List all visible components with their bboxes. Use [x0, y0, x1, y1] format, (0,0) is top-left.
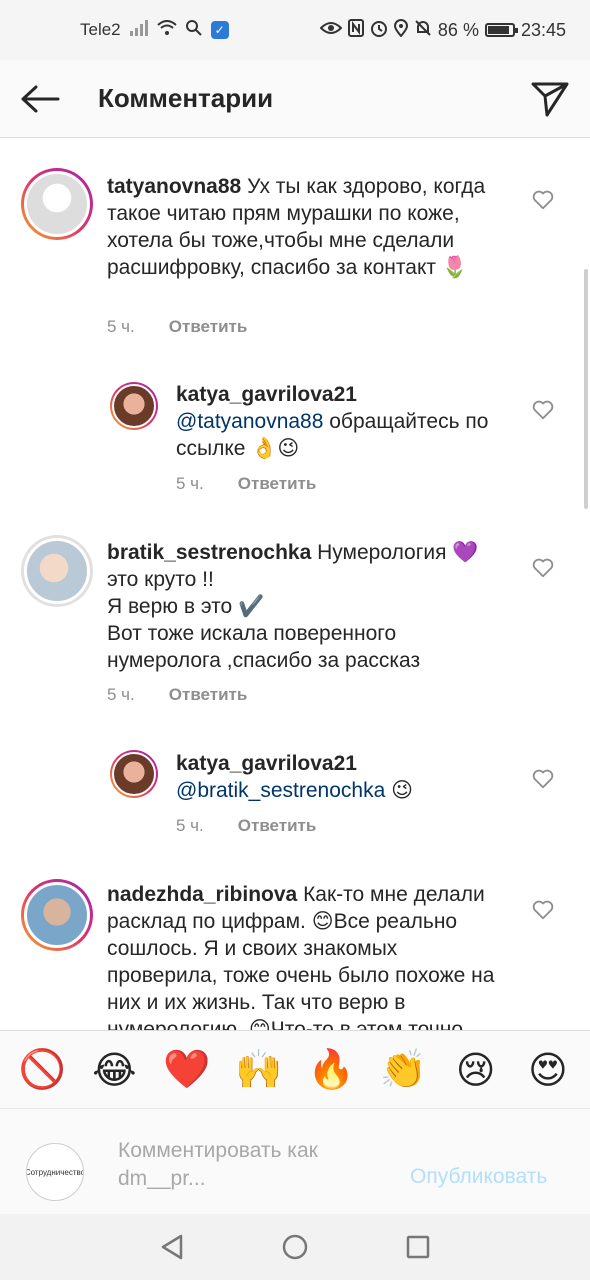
avatar[interactable] — [110, 750, 158, 798]
square-recents-icon — [407, 1235, 430, 1259]
publish-button[interactable]: Опубликовать — [410, 1165, 547, 1189]
emoji-fire-button[interactable]: 🔥 — [301, 1040, 361, 1100]
signal-icon — [129, 19, 149, 41]
emoji-heart-button[interactable]: ❤️ — [157, 1040, 217, 1100]
heart-icon[interactable] — [532, 899, 554, 921]
heart-icon[interactable] — [532, 768, 554, 790]
heart-icon[interactable] — [532, 189, 554, 211]
location-icon — [393, 18, 408, 42]
page-title: Комментарии — [98, 83, 274, 113]
emoji-raised-hands-button[interactable]: 🙌 — [229, 1040, 289, 1100]
avatar[interactable] — [110, 382, 158, 430]
search-icon — [185, 19, 203, 42]
comment-username[interactable]: katya_gavrilova21 — [176, 383, 357, 406]
top-bar: Комментарии — [0, 60, 590, 138]
user-avatar-label: Сотрудничество — [26, 1167, 84, 1177]
paper-plane-icon — [531, 82, 569, 116]
alarm-icon — [370, 19, 388, 42]
reply-button[interactable]: Ответить — [238, 474, 317, 494]
scrollbar[interactable] — [584, 269, 588, 509]
comment-time: 5 ч. — [176, 816, 204, 835]
comment-text: 😉 — [385, 779, 413, 802]
nav-home-button[interactable] — [275, 1227, 315, 1267]
heart-icon[interactable] — [532, 557, 554, 579]
battery-level — [487, 26, 509, 34]
carrier-label: Tele2 — [80, 20, 121, 39]
shield-icon: ✓ — [210, 21, 229, 39]
heart-icon[interactable] — [532, 399, 554, 421]
avatar[interactable] — [21, 879, 93, 951]
reply-button[interactable]: Ответить — [238, 816, 317, 836]
comment-username[interactable]: tatyanovna88 — [107, 175, 241, 198]
comment-composer: Сотрудничество Комментировать как dm__pr… — [0, 1108, 590, 1214]
comment-time: 5 ч. — [107, 685, 135, 704]
reply-button[interactable]: Ответить — [169, 685, 248, 705]
avatar[interactable] — [21, 535, 93, 607]
emoji-crying-button[interactable]: 😢 — [446, 1040, 506, 1100]
comment-list[interactable]: tatyanovna88 Ух ты как здорово, когда та… — [0, 139, 590, 1030]
emoji-heart-eyes-button[interactable]: 😍 — [518, 1040, 578, 1100]
back-arrow-icon — [21, 85, 60, 112]
back-button[interactable] — [0, 60, 80, 138]
nav-recents-button[interactable] — [398, 1227, 438, 1267]
mention-link[interactable]: @bratik_sestrenochka — [176, 779, 385, 802]
comment-time: 5 ч. — [176, 474, 204, 493]
circle-home-icon — [282, 1234, 308, 1260]
avatar[interactable] — [21, 168, 93, 240]
comment-username[interactable]: bratik_sestrenochka — [107, 541, 311, 564]
mute-bell-icon — [414, 19, 432, 42]
eye-icon — [319, 20, 343, 41]
system-nav-bar — [0, 1214, 590, 1280]
comment-time: 5 ч. — [107, 317, 135, 336]
emoji-clapping-button[interactable]: 👏 — [373, 1040, 433, 1100]
user-avatar: Сотрудничество — [26, 1143, 84, 1201]
wifi-icon — [156, 19, 177, 41]
comment-input[interactable]: Комментировать как dm__pr... — [118, 1137, 398, 1193]
battery-percent: 86 % — [437, 19, 479, 40]
comment-username[interactable]: nadezhda_ribinova — [107, 883, 297, 906]
clock: 23:45 — [520, 19, 566, 40]
emoji-quick-bar: 🚫 😂 ❤️ 🙌 🔥 👏 😢 😍 — [0, 1030, 590, 1108]
emoji-no-entry-button[interactable]: 🚫 — [12, 1040, 72, 1100]
triangle-back-icon — [161, 1234, 182, 1260]
nfc-icon — [347, 18, 364, 42]
mention-link[interactable]: @tatyanovna88 — [176, 410, 323, 433]
reply-button[interactable]: Ответить — [169, 317, 248, 337]
share-button[interactable] — [510, 60, 590, 138]
status-bar: Tele2 ✓ 86 % 23:45 — [0, 0, 590, 60]
battery-icon — [484, 23, 518, 37]
nav-back-button[interactable] — [152, 1227, 192, 1267]
emoji-laughing-button[interactable]: 😂 — [84, 1040, 144, 1100]
comment-username[interactable]: katya_gavrilova21 — [176, 752, 357, 775]
